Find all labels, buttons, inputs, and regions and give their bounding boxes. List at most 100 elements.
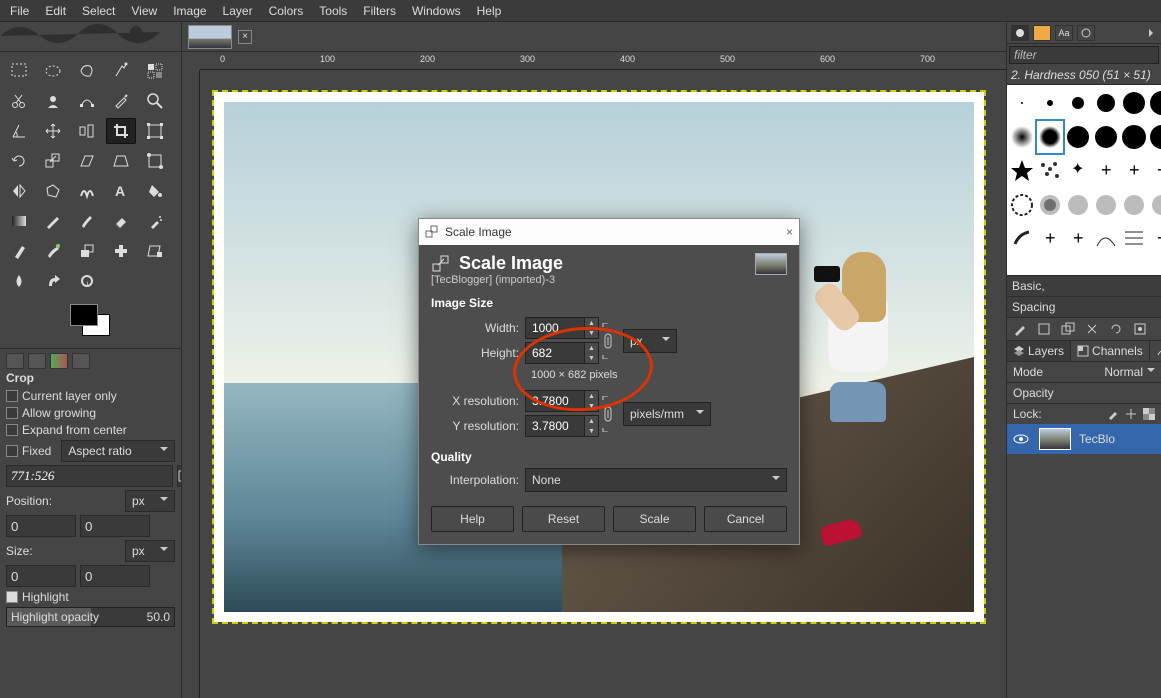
menu-filters[interactable]: Filters xyxy=(355,2,404,20)
menu-image[interactable]: Image xyxy=(165,2,214,20)
channels-tab[interactable]: Channels xyxy=(1071,341,1150,361)
fuzzy-select-tool[interactable] xyxy=(106,58,136,84)
ink-tool[interactable] xyxy=(4,238,34,264)
mypaint-brush-tool[interactable] xyxy=(38,238,68,264)
link-dimensions-icon[interactable] xyxy=(599,321,617,361)
position-x-input[interactable] xyxy=(6,515,76,537)
size-unit-select[interactable]: px xyxy=(623,329,677,353)
fonts-tab[interactable]: Aa xyxy=(1055,25,1073,41)
eraser-tool[interactable] xyxy=(106,208,136,234)
ellipse-select-tool[interactable] xyxy=(38,58,68,84)
brushes-tab[interactable] xyxy=(1011,25,1029,41)
zoom-tool[interactable] xyxy=(140,88,170,114)
menu-file[interactable]: File xyxy=(2,2,37,20)
menu-tools[interactable]: Tools xyxy=(311,2,355,20)
perspective-clone-tool[interactable] xyxy=(140,238,170,264)
flip-tool[interactable] xyxy=(4,178,34,204)
delete-brush-icon[interactable] xyxy=(1085,322,1099,336)
highlight-checkbox[interactable]: ✕ xyxy=(6,591,18,603)
image-tab-thumb[interactable] xyxy=(188,25,232,49)
cancel-button[interactable]: Cancel xyxy=(704,506,787,532)
brush-filter-input[interactable]: filter xyxy=(1009,46,1159,64)
scale-tool[interactable] xyxy=(38,148,68,174)
document-history-tab[interactable] xyxy=(1077,25,1095,41)
measure-tool[interactable] xyxy=(4,118,34,144)
dialog-close-button[interactable]: × xyxy=(786,225,793,239)
size-unit-select[interactable]: px xyxy=(125,540,175,562)
aspect-ratio-input[interactable] xyxy=(6,465,173,487)
text-tool[interactable]: A xyxy=(106,178,136,204)
airbrush-tool[interactable] xyxy=(140,208,170,234)
perspective-tool[interactable] xyxy=(106,148,136,174)
clone-tool[interactable] xyxy=(72,238,102,264)
blur-tool[interactable] xyxy=(4,268,34,294)
width-input[interactable]: ▲▼ xyxy=(525,317,599,339)
portrait-button[interactable] xyxy=(177,465,181,487)
size-x-input[interactable] xyxy=(6,565,76,587)
interpolation-select[interactable]: None xyxy=(525,468,787,492)
menu-view[interactable]: View xyxy=(123,2,165,20)
current-layer-checkbox[interactable] xyxy=(6,390,18,402)
expand-center-checkbox[interactable] xyxy=(6,424,18,436)
by-color-select-tool[interactable] xyxy=(140,58,170,84)
lock-position-icon[interactable] xyxy=(1125,408,1137,420)
open-as-image-icon[interactable] xyxy=(1133,322,1147,336)
position-y-input[interactable] xyxy=(80,515,150,537)
smudge-tool[interactable] xyxy=(38,268,68,294)
allow-growing-checkbox[interactable] xyxy=(6,407,18,419)
layers-tab[interactable]: Layers xyxy=(1007,341,1071,361)
new-brush-icon[interactable] xyxy=(1037,322,1051,336)
refresh-brush-icon[interactable] xyxy=(1109,322,1123,336)
undo-history-tab[interactable] xyxy=(50,353,68,369)
tool-options-tab[interactable] xyxy=(6,353,24,369)
menu-windows[interactable]: Windows xyxy=(404,2,469,20)
edit-brush-icon[interactable] xyxy=(1013,322,1027,336)
move-tool[interactable] xyxy=(38,118,68,144)
handle-transform-tool[interactable] xyxy=(140,148,170,174)
fixed-mode-select[interactable]: Aspect ratio xyxy=(61,440,175,462)
position-unit-select[interactable]: px xyxy=(125,490,175,512)
crop-tool[interactable] xyxy=(106,118,136,144)
paths-tab[interactable]: Path xyxy=(1150,341,1161,361)
dialog-titlebar[interactable]: Scale Image × xyxy=(419,219,799,245)
link-resolution-icon[interactable] xyxy=(599,394,617,434)
fixed-checkbox[interactable] xyxy=(6,445,18,457)
heal-tool[interactable] xyxy=(106,238,136,264)
foreground-select-tool[interactable] xyxy=(38,88,68,114)
free-select-tool[interactable] xyxy=(72,58,102,84)
lock-pixels-icon[interactable] xyxy=(1107,408,1119,420)
menu-layer[interactable]: Layer xyxy=(215,2,261,20)
dodge-burn-tool[interactable] xyxy=(72,268,102,294)
scale-button[interactable]: Scale xyxy=(613,506,696,532)
layer-item[interactable]: TecBlo xyxy=(1007,424,1161,454)
color-swatches[interactable] xyxy=(4,298,177,344)
menu-select[interactable]: Select xyxy=(74,2,123,20)
yres-input[interactable]: ▲▼ xyxy=(525,415,599,437)
panel-menu-icon[interactable] xyxy=(1147,26,1157,40)
align-tool[interactable] xyxy=(72,118,102,144)
menu-help[interactable]: Help xyxy=(469,2,510,20)
unified-transform-tool[interactable] xyxy=(140,118,170,144)
fg-color-swatch[interactable] xyxy=(70,304,98,326)
layer-opacity-row[interactable]: Opacity xyxy=(1007,382,1161,403)
size-y-input[interactable] xyxy=(80,565,150,587)
rect-select-tool[interactable] xyxy=(4,58,34,84)
help-button[interactable]: Help xyxy=(431,506,514,532)
gradient-tool[interactable] xyxy=(4,208,34,234)
pencil-tool[interactable] xyxy=(38,208,68,234)
layer-mode-row[interactable]: Mode Normal xyxy=(1007,361,1161,382)
color-picker-tool[interactable] xyxy=(106,88,136,114)
brush-spacing-label[interactable]: Spacing xyxy=(1007,296,1161,317)
highlight-opacity-slider[interactable]: Highlight opacity 50.0 xyxy=(6,607,175,627)
device-status-tab[interactable] xyxy=(28,353,46,369)
resolution-unit-select[interactable]: pixels/mm xyxy=(623,402,711,426)
scissors-tool[interactable] xyxy=(4,88,34,114)
brush-grid[interactable]: ✦ + + + + + + xyxy=(1007,85,1161,275)
horizontal-ruler[interactable]: 0 100 200 300 400 500 600 700 xyxy=(200,52,1006,70)
reset-button[interactable]: Reset xyxy=(522,506,605,532)
images-tab[interactable] xyxy=(72,353,90,369)
duplicate-brush-icon[interactable] xyxy=(1061,322,1075,336)
bucket-fill-tool[interactable] xyxy=(140,178,170,204)
vertical-ruler[interactable] xyxy=(182,70,200,698)
lock-alpha-icon[interactable] xyxy=(1143,408,1155,420)
